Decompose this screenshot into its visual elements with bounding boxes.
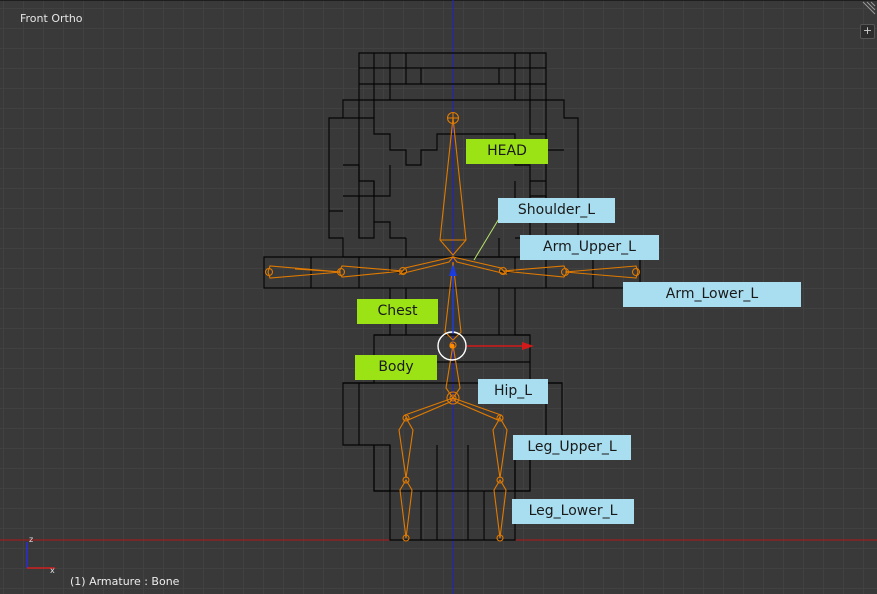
plus-icon[interactable]: + <box>860 24 875 39</box>
bone-hip-right <box>404 396 455 421</box>
bone-label-shoulder: Shoulder_L <box>498 198 615 223</box>
bone-leg-lower-left <box>493 478 507 539</box>
bone-label-head: HEAD <box>466 139 548 164</box>
bone-label-leg-upper: Leg_Upper_L <box>513 435 631 460</box>
bone-leg-upper-left <box>492 416 508 479</box>
bone-label-chest: Chest <box>357 299 438 324</box>
view-name-label: Front Ortho <box>20 12 83 25</box>
bone-leg-lower-right <box>399 478 413 539</box>
bone-label-leg-lower: Leg_Lower_L <box>512 499 634 524</box>
manipulator-center <box>449 343 455 349</box>
bone-arm-lower-left <box>564 265 639 279</box>
bone-arm-lower-right <box>267 265 342 279</box>
mini-axis-gizmo: z x <box>26 535 55 575</box>
bone-leg-upper-right <box>398 416 414 479</box>
bone-shoulder-right <box>398 256 455 275</box>
bone-arm-upper-right <box>338 265 404 278</box>
object-status-label: (1) Armature : Bone <box>70 575 180 588</box>
bone-arm-upper-left <box>502 265 568 278</box>
mini-axis-z-label: z <box>29 535 33 544</box>
bone-label-hip: Hip_L <box>478 379 548 404</box>
transform-manipulator <box>437 264 534 361</box>
manipulator-x-arrowhead <box>522 342 534 350</box>
bone-label-arm-lower: Arm_Lower_L <box>623 282 801 307</box>
bone-shoulder-left <box>451 256 508 275</box>
corner-split-icon <box>862 1 876 15</box>
mini-axis-x-label: x <box>50 566 55 575</box>
3d-viewport[interactable]: z x Front Ortho + HEAD Shoulder_L Arm_Up… <box>0 0 877 594</box>
bone-label-body: Body <box>355 355 437 380</box>
bone-label-arm-upper: Arm_Upper_L <box>520 235 659 260</box>
manipulator-z-arrowhead <box>449 264 457 276</box>
